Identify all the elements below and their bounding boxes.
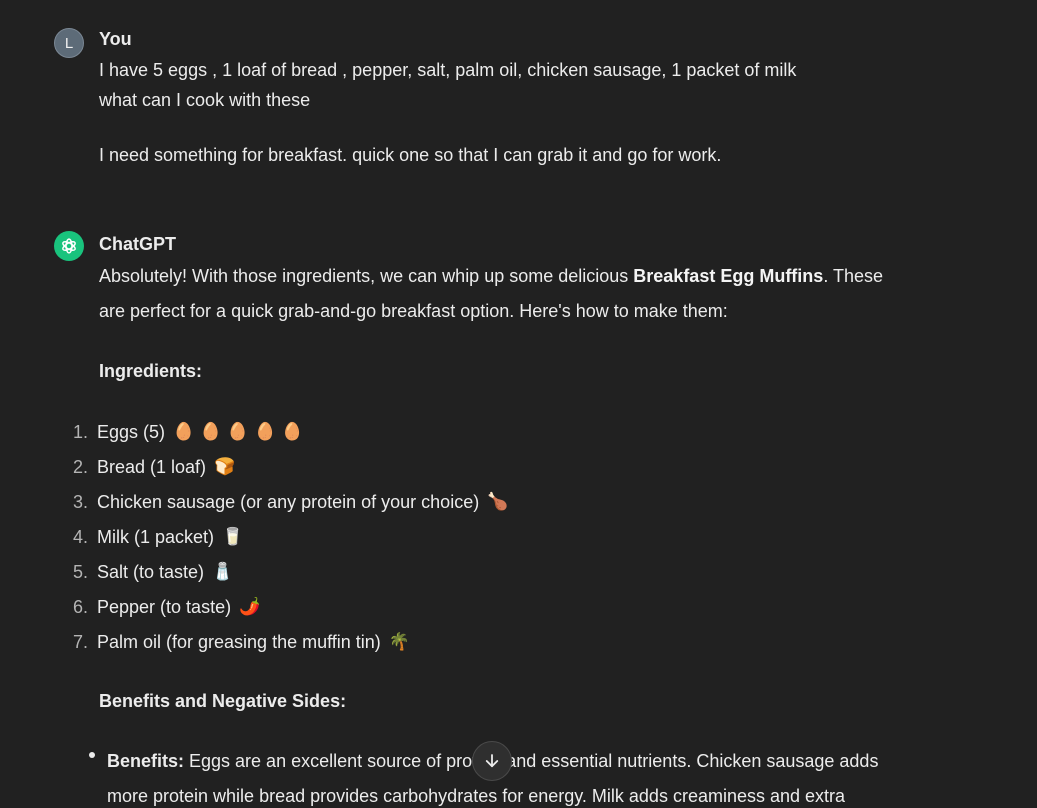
ingredient-text: Palm oil (for greasing the muffin tin) bbox=[97, 631, 381, 652]
assistant-author-name: ChatGPT bbox=[99, 234, 177, 254]
bullet-point bbox=[89, 752, 95, 758]
milk-glass-icon: 🥛 bbox=[222, 527, 250, 546]
scroll-to-bottom-button[interactable] bbox=[472, 741, 512, 781]
ingredient-text: Bread (1 loaf) bbox=[97, 456, 207, 477]
salt-shaker-icon: 🧂 bbox=[212, 562, 240, 581]
ingredient-text: Chicken sausage (or any protein of your … bbox=[97, 491, 480, 512]
list-number: 3. bbox=[72, 491, 88, 512]
ingredient-item: 3. Chicken sausage (or any protein of yo… bbox=[0, 489, 514, 515]
assistant-intro-line: are perfect for a quick grab-and-go brea… bbox=[99, 301, 728, 321]
openai-logo-icon bbox=[62, 238, 76, 254]
list-number: 5. bbox=[72, 561, 88, 582]
poultry-leg-icon: 🍗 bbox=[487, 492, 515, 511]
recipe-name: Breakfast Egg Muffins bbox=[633, 266, 824, 286]
bread-icon: 🍞 bbox=[214, 457, 242, 476]
ingredient-item: 1. Eggs (5) 🥚🥚🥚🥚🥚 bbox=[0, 419, 309, 445]
list-number: 2. bbox=[72, 456, 88, 477]
intro-text: Absolutely! With those ingredients, we c… bbox=[99, 266, 634, 286]
list-number: 6. bbox=[72, 596, 88, 617]
egg-icon: 🥚🥚🥚🥚🥚 bbox=[173, 422, 309, 441]
benefits-line: more protein while bread provides carboh… bbox=[107, 786, 846, 806]
chili-pepper-icon: 🌶️ bbox=[239, 597, 267, 616]
user-avatar-letter: L bbox=[64, 34, 74, 52]
ingredient-text: Pepper (to taste) bbox=[97, 596, 232, 617]
user-avatar: L bbox=[54, 28, 84, 58]
assistant-intro-line: Absolutely! With those ingredients, we c… bbox=[99, 266, 883, 287]
ingredient-text: Salt (to taste) bbox=[97, 561, 205, 582]
list-number: 1. bbox=[72, 421, 88, 442]
ingredient-item: 4. Milk (1 packet) 🥛 bbox=[0, 524, 249, 550]
user-message-line: I have 5 eggs , 1 loaf of bread , pepper… bbox=[99, 60, 797, 80]
ingredient-item: 5. Salt (to taste) 🧂 bbox=[0, 559, 239, 585]
list-number: 4. bbox=[72, 526, 88, 547]
ingredients-heading: Ingredients: bbox=[99, 361, 203, 381]
benefits-label: Benefits: bbox=[107, 751, 185, 771]
user-author-name: You bbox=[99, 29, 132, 49]
benefits-text: Eggs are an excellent source of protein … bbox=[184, 751, 879, 771]
ingredient-item: 7. Palm oil (for greasing the muffin tin… bbox=[0, 629, 416, 655]
ingredient-item: 6. Pepper (to taste) 🌶️ bbox=[0, 594, 266, 620]
ingredient-text: Milk (1 packet) bbox=[97, 526, 215, 547]
chatgpt-avatar bbox=[54, 231, 84, 261]
list-number: 7. bbox=[72, 631, 88, 652]
user-message-line: I need something for breakfast. quick on… bbox=[99, 145, 722, 165]
benefits-heading: Benefits and Negative Sides: bbox=[99, 691, 347, 711]
ingredient-item: 2. Bread (1 loaf) 🍞 bbox=[0, 454, 241, 480]
intro-text: . These bbox=[823, 266, 884, 286]
palm-tree-icon: 🌴 bbox=[388, 632, 416, 651]
user-message-line: what can I cook with these bbox=[99, 90, 311, 110]
arrow-down-icon bbox=[485, 754, 499, 768]
chat-conversation: L You I have 5 eggs , 1 loaf of bread , … bbox=[0, 0, 1037, 808]
ingredient-text: Eggs (5) bbox=[97, 421, 166, 442]
